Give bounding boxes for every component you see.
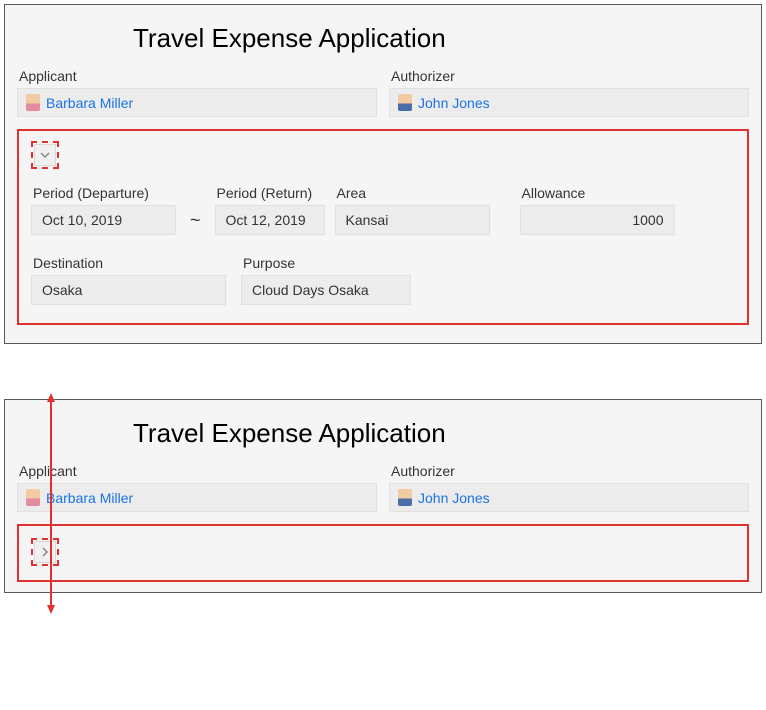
- purpose-label: Purpose: [241, 255, 411, 271]
- period-return-value[interactable]: Oct 12, 2019: [215, 205, 325, 235]
- collapse-toggle-inner: [34, 144, 56, 166]
- allowance-value[interactable]: 1000: [520, 205, 675, 235]
- authorizer-block: Authorizer John Jones: [389, 463, 749, 512]
- authorizer-block: Authorizer John Jones: [389, 68, 749, 117]
- arrow-line: [50, 400, 52, 607]
- period-departure-field: Period (Departure) Oct 10, 2019: [31, 185, 176, 235]
- period-separator: ~: [176, 210, 215, 235]
- avatar-male-icon: [398, 489, 412, 506]
- authorizer-label: Authorizer: [389, 463, 749, 479]
- page-title: Travel Expense Application: [5, 5, 761, 68]
- period-return-label: Period (Return): [215, 185, 335, 201]
- collapse-toggle-button[interactable]: [31, 141, 59, 169]
- details-section-expanded: Period (Departure) Oct 10, 2019 ~ Period…: [17, 129, 749, 325]
- avatar-female-icon: [26, 94, 40, 111]
- fields-row-1: Period (Departure) Oct 10, 2019 ~ Period…: [31, 185, 735, 235]
- avatar-male-icon: [398, 94, 412, 111]
- applicant-block: Applicant Barbara Miller: [17, 463, 377, 512]
- applicant-label: Applicant: [17, 68, 377, 84]
- person-row: Applicant Barbara Miller Authorizer John…: [5, 68, 761, 123]
- arrow-head-down-icon: [47, 605, 55, 614]
- authorizer-value[interactable]: John Jones: [389, 483, 749, 512]
- area-label: Area: [335, 185, 520, 201]
- state-transition-arrow: [47, 393, 55, 614]
- details-section-collapsed: [17, 524, 749, 582]
- chevron-down-icon: [40, 150, 50, 160]
- authorizer-link[interactable]: John Jones: [418, 490, 490, 506]
- area-value[interactable]: Kansai: [335, 205, 490, 235]
- period-departure-value[interactable]: Oct 10, 2019: [31, 205, 176, 235]
- applicant-block: Applicant Barbara Miller: [17, 68, 377, 117]
- period-return-field: Period (Return) Oct 12, 2019: [215, 185, 335, 235]
- fields-row-2: Destination Osaka Purpose Cloud Days Osa…: [31, 255, 735, 305]
- person-row: Applicant Barbara Miller Authorizer John…: [5, 463, 761, 518]
- page-title: Travel Expense Application: [5, 400, 761, 463]
- applicant-link[interactable]: Barbara Miller: [46, 490, 133, 506]
- expense-panel-expanded: Travel Expense Application Applicant Bar…: [4, 4, 762, 344]
- area-field: Area Kansai: [335, 185, 520, 235]
- authorizer-link[interactable]: John Jones: [418, 95, 490, 111]
- authorizer-value[interactable]: John Jones: [389, 88, 749, 117]
- authorizer-label: Authorizer: [389, 68, 749, 84]
- purpose-value[interactable]: Cloud Days Osaka: [241, 275, 411, 305]
- purpose-field: Purpose Cloud Days Osaka: [241, 255, 411, 305]
- applicant-link[interactable]: Barbara Miller: [46, 95, 133, 111]
- destination-label: Destination: [31, 255, 241, 271]
- applicant-value[interactable]: Barbara Miller: [17, 483, 377, 512]
- applicant-value[interactable]: Barbara Miller: [17, 88, 377, 117]
- destination-value[interactable]: Osaka: [31, 275, 226, 305]
- allowance-label: Allowance: [520, 185, 675, 201]
- allowance-field: Allowance 1000: [520, 185, 675, 235]
- period-departure-label: Period (Departure): [31, 185, 176, 201]
- avatar-female-icon: [26, 489, 40, 506]
- expense-panel-collapsed: Travel Expense Application Applicant Bar…: [4, 399, 762, 593]
- destination-field: Destination Osaka: [31, 255, 241, 305]
- applicant-label: Applicant: [17, 463, 377, 479]
